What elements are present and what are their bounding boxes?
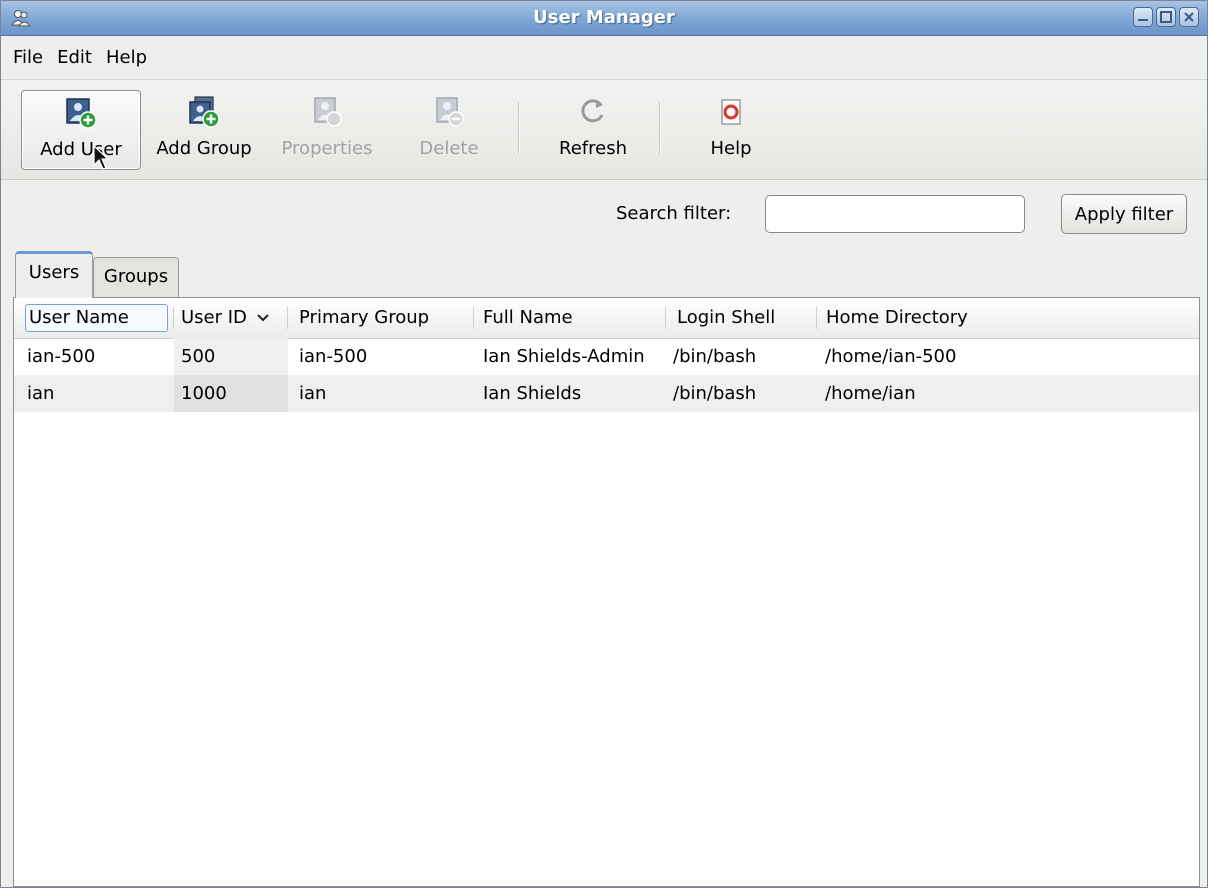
cell-primary-group: ian bbox=[299, 383, 327, 404]
window-title: User Manager bbox=[533, 7, 675, 28]
column-header-label: Full Name bbox=[483, 307, 573, 328]
search-filter-label: Search filter: bbox=[616, 203, 732, 224]
menu-help[interactable]: Help bbox=[99, 47, 154, 68]
user-manager-window: User Manager File Edit Help Add User Add… bbox=[0, 0, 1208, 888]
close-icon bbox=[1184, 12, 1194, 22]
refresh-icon bbox=[581, 99, 604, 123]
delete-button[interactable]: Delete bbox=[399, 90, 499, 168]
minimize-icon bbox=[1138, 19, 1148, 21]
help-label: Help bbox=[710, 138, 752, 159]
column-header-full-name[interactable]: Full Name bbox=[474, 298, 666, 338]
refresh-label: Refresh bbox=[559, 138, 627, 159]
cell-home-directory: /home/ian bbox=[825, 383, 916, 404]
cell-login-shell: /bin/bash bbox=[673, 383, 757, 404]
toolbar: Add User Add Group Properties Delete Ref… bbox=[1, 79, 1207, 180]
minimize-button[interactable] bbox=[1133, 7, 1153, 27]
cell-home-directory: /home/ian-500 bbox=[825, 346, 957, 367]
delete-label: Delete bbox=[419, 138, 479, 159]
add-user-label: Add User bbox=[40, 139, 122, 160]
help-button[interactable]: Help bbox=[681, 90, 781, 168]
add-user-button[interactable]: Add User bbox=[21, 90, 141, 170]
column-header-user-name[interactable]: User Name bbox=[14, 298, 174, 338]
column-header-label: Home Directory bbox=[826, 307, 968, 328]
delete-user-icon bbox=[436, 97, 464, 127]
column-header-label: Primary Group bbox=[299, 307, 430, 328]
maximize-icon bbox=[1160, 11, 1172, 23]
maximize-button[interactable] bbox=[1156, 7, 1176, 27]
table-row[interactable]: ian-500 500 ian-500 Ian Shields-Admin /b… bbox=[14, 338, 1199, 375]
properties-button[interactable]: Properties bbox=[269, 90, 385, 168]
cell-full-name: Ian Shields bbox=[483, 383, 582, 404]
menu-bar: File Edit Help bbox=[1, 36, 1207, 78]
add-group-button[interactable]: Add Group bbox=[148, 90, 260, 168]
column-header-primary-group[interactable]: Primary Group bbox=[288, 298, 474, 338]
menu-file[interactable]: File bbox=[6, 47, 50, 68]
column-header-user-id[interactable]: User ID bbox=[174, 298, 288, 338]
cell-user-id: 1000 bbox=[181, 383, 227, 404]
column-header-label: User Name bbox=[29, 307, 129, 328]
column-header-home-directory[interactable]: Home Directory bbox=[817, 298, 1199, 338]
column-header-label: User ID bbox=[181, 307, 247, 328]
title-bar[interactable]: User Manager bbox=[1, 1, 1207, 36]
users-table: User Name User ID Primary Group Full Nam… bbox=[13, 297, 1200, 887]
help-icon bbox=[721, 99, 741, 125]
properties-icon bbox=[314, 97, 342, 127]
tab-users[interactable]: Users bbox=[15, 251, 93, 298]
properties-label: Properties bbox=[281, 138, 373, 159]
search-filter-input[interactable] bbox=[765, 195, 1025, 233]
toolbar-separator bbox=[518, 102, 520, 154]
toolbar-separator bbox=[659, 102, 661, 154]
cell-login-shell: /bin/bash bbox=[673, 346, 757, 367]
add-group-icon bbox=[189, 96, 220, 128]
cell-user-name: ian-500 bbox=[27, 346, 96, 367]
menu-edit[interactable]: Edit bbox=[50, 47, 99, 68]
column-header-login-shell[interactable]: Login Shell bbox=[666, 298, 817, 338]
mouse-pointer-icon bbox=[93, 145, 109, 170]
cell-user-name: ian bbox=[27, 383, 55, 404]
sort-descending-icon bbox=[256, 314, 269, 322]
tab-groups[interactable]: Groups bbox=[93, 257, 179, 297]
cell-primary-group: ian-500 bbox=[299, 346, 368, 367]
cell-full-name: Ian Shields-Admin bbox=[483, 346, 645, 367]
cell-user-id: 500 bbox=[181, 346, 216, 367]
column-header-label: Login Shell bbox=[677, 307, 776, 328]
table-header: User Name User ID Primary Group Full Nam… bbox=[14, 298, 1199, 339]
table-row[interactable]: ian 1000 ian Ian Shields /bin/bash /home… bbox=[14, 375, 1199, 412]
add-group-label: Add Group bbox=[156, 138, 252, 159]
refresh-button[interactable]: Refresh bbox=[541, 90, 645, 168]
add-user-icon bbox=[66, 98, 97, 129]
close-button[interactable] bbox=[1179, 7, 1199, 27]
apply-filter-button[interactable]: Apply filter bbox=[1061, 194, 1187, 234]
